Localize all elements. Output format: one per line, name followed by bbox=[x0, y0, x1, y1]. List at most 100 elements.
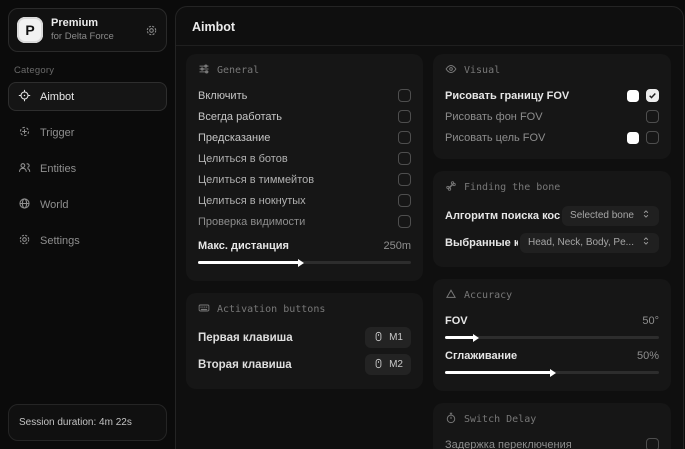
slider-thumb[interactable] bbox=[550, 369, 556, 377]
checkbox[interactable] bbox=[398, 131, 411, 144]
sidebar-item-aimbot[interactable]: Aimbot bbox=[8, 82, 167, 111]
sidebar-item-label: Settings bbox=[40, 235, 80, 247]
brand-subtitle: for Delta Force bbox=[51, 31, 137, 43]
checkbox[interactable] bbox=[646, 110, 659, 123]
card-visual-header: Visual bbox=[445, 63, 659, 78]
toggle-row: Целиться в нокнутых bbox=[198, 190, 411, 211]
column-left: General Включить Всегда работать Предска… bbox=[186, 54, 423, 449]
slider-thumb[interactable] bbox=[298, 259, 304, 267]
toggle-label: Всегда работать bbox=[198, 111, 282, 123]
toggle-row: Задержка переключения bbox=[445, 434, 659, 449]
checkbox[interactable] bbox=[398, 110, 411, 123]
card-switch-delay-header: Switch Delay bbox=[445, 412, 659, 427]
card-accuracy: Accuracy FOV 50° Сглаживание 50% bbox=[433, 279, 671, 391]
card-general-header: General bbox=[198, 63, 411, 78]
brand-text: Premium for Delta Force bbox=[51, 17, 137, 43]
checkbox[interactable] bbox=[646, 438, 659, 449]
fov-slider[interactable] bbox=[445, 336, 659, 339]
card-activation-header: Activation buttons bbox=[198, 302, 411, 317]
checkbox[interactable] bbox=[646, 131, 659, 144]
card-visual: Visual Рисовать границу FOV bbox=[433, 54, 671, 159]
slider-label: Макс. дистанция bbox=[198, 240, 289, 252]
entities-icon bbox=[18, 161, 31, 177]
selected-bones-select[interactable]: Head, Neck, Body, Pe... bbox=[520, 233, 659, 253]
checkbox[interactable] bbox=[398, 173, 411, 186]
sidebar-item-label: Aimbot bbox=[40, 91, 74, 103]
dropdown-row: Алгоритм поиска кост Selected bone bbox=[445, 202, 659, 229]
mouse-icon bbox=[373, 358, 384, 372]
keybind-row: Первая клавиша M1 bbox=[198, 324, 411, 351]
slider-row: FOV 50° bbox=[445, 310, 659, 331]
chevrons-up-down-icon bbox=[641, 209, 651, 222]
brand-logo: P bbox=[17, 17, 43, 43]
checkbox[interactable] bbox=[398, 215, 411, 228]
triangle-icon bbox=[445, 288, 457, 303]
main-header: Aimbot bbox=[176, 7, 683, 46]
session-duration: Session duration: 4m 22s bbox=[8, 404, 167, 441]
checkbox[interactable] bbox=[398, 152, 411, 165]
toggle-row: Предсказание bbox=[198, 127, 411, 148]
slider-label: FOV bbox=[445, 315, 468, 327]
sidebar-item-entities[interactable]: Entities bbox=[8, 154, 167, 183]
card-finding-bone: Finding the bone Алгоритм поиска кост Se… bbox=[433, 171, 671, 267]
card-accuracy-header: Accuracy bbox=[445, 288, 659, 303]
slider-value: 50% bbox=[637, 350, 659, 362]
checkbox[interactable] bbox=[398, 89, 411, 102]
sidebar-item-world[interactable]: World bbox=[8, 190, 167, 219]
app-window: P Premium for Delta Force Category Aimbo… bbox=[0, 0, 685, 449]
crosshair-icon bbox=[18, 89, 31, 105]
keybind-label: Вторая клавиша bbox=[198, 359, 292, 371]
toggle-row: Целиться в ботов bbox=[198, 148, 411, 169]
card-activation-buttons: Activation buttons Первая клавиша M1 bbox=[186, 293, 423, 389]
card-switch-delay: Switch Delay Задержка переключения Задер… bbox=[433, 403, 671, 449]
bone-algorithm-select[interactable]: Selected bone bbox=[562, 206, 659, 226]
card-bone-header: Finding the bone bbox=[445, 180, 659, 195]
mouse-icon bbox=[373, 331, 384, 345]
color-swatch[interactable] bbox=[627, 90, 639, 102]
session-duration-text: Session duration: 4m 22s bbox=[19, 417, 132, 428]
card-title: Visual bbox=[464, 65, 500, 76]
visual-row: Рисовать фон FOV bbox=[445, 106, 659, 127]
toggle-row: Целиться в тиммейтов bbox=[198, 169, 411, 190]
dropdown-row: Выбранные кос Head, Neck, Body, Pe... bbox=[445, 229, 659, 256]
visual-label: Рисовать границу FOV bbox=[445, 90, 569, 102]
sidebar-item-label: World bbox=[40, 199, 69, 211]
check-icon bbox=[648, 91, 657, 100]
sidebar-item-settings[interactable]: Settings bbox=[8, 226, 167, 255]
keybind-button[interactable]: M2 bbox=[365, 354, 411, 375]
keybind-button[interactable]: M1 bbox=[365, 327, 411, 348]
sidebar: P Premium for Delta Force Category Aimbo… bbox=[0, 0, 175, 449]
keybind-row: Вторая клавиша M2 bbox=[198, 351, 411, 378]
toggle-label: Предсказание bbox=[198, 132, 270, 144]
color-swatch[interactable] bbox=[627, 132, 639, 144]
checkbox[interactable] bbox=[646, 89, 659, 102]
dropdown-value: Head, Neck, Body, Pe... bbox=[528, 237, 634, 248]
gear-icon bbox=[18, 233, 31, 249]
visual-row: Рисовать границу FOV bbox=[445, 85, 659, 106]
toggle-label: Целиться в нокнутых bbox=[198, 195, 306, 207]
dropdown-value: Selected bone bbox=[570, 210, 634, 221]
slider-value: 50° bbox=[642, 315, 659, 327]
sidebar-item-trigger[interactable]: Trigger bbox=[8, 118, 167, 147]
trigger-icon bbox=[18, 125, 31, 141]
toggle-label: Проверка видимости bbox=[198, 216, 305, 228]
bone-icon bbox=[445, 180, 457, 195]
category-label: Category bbox=[14, 65, 161, 76]
globe-icon bbox=[18, 197, 31, 213]
card-title: General bbox=[217, 65, 259, 76]
keybind-label: Первая клавиша bbox=[198, 332, 293, 344]
slider-thumb[interactable] bbox=[473, 334, 479, 342]
keyboard-icon bbox=[198, 302, 210, 317]
slider-fill bbox=[445, 336, 475, 339]
checkbox[interactable] bbox=[398, 194, 411, 207]
visual-label: Рисовать цель FOV bbox=[445, 132, 545, 144]
smoothing-slider[interactable] bbox=[445, 371, 659, 374]
keybind-key: M2 bbox=[389, 359, 403, 370]
sidebar-item-label: Trigger bbox=[40, 127, 74, 139]
gear-icon[interactable] bbox=[145, 24, 158, 37]
page-title: Aimbot bbox=[192, 20, 667, 34]
toggle-row: Всегда работать bbox=[198, 106, 411, 127]
toggle-label: Целиться в ботов bbox=[198, 153, 288, 165]
max-distance-slider[interactable] bbox=[198, 261, 411, 264]
chevrons-up-down-icon bbox=[641, 236, 651, 249]
